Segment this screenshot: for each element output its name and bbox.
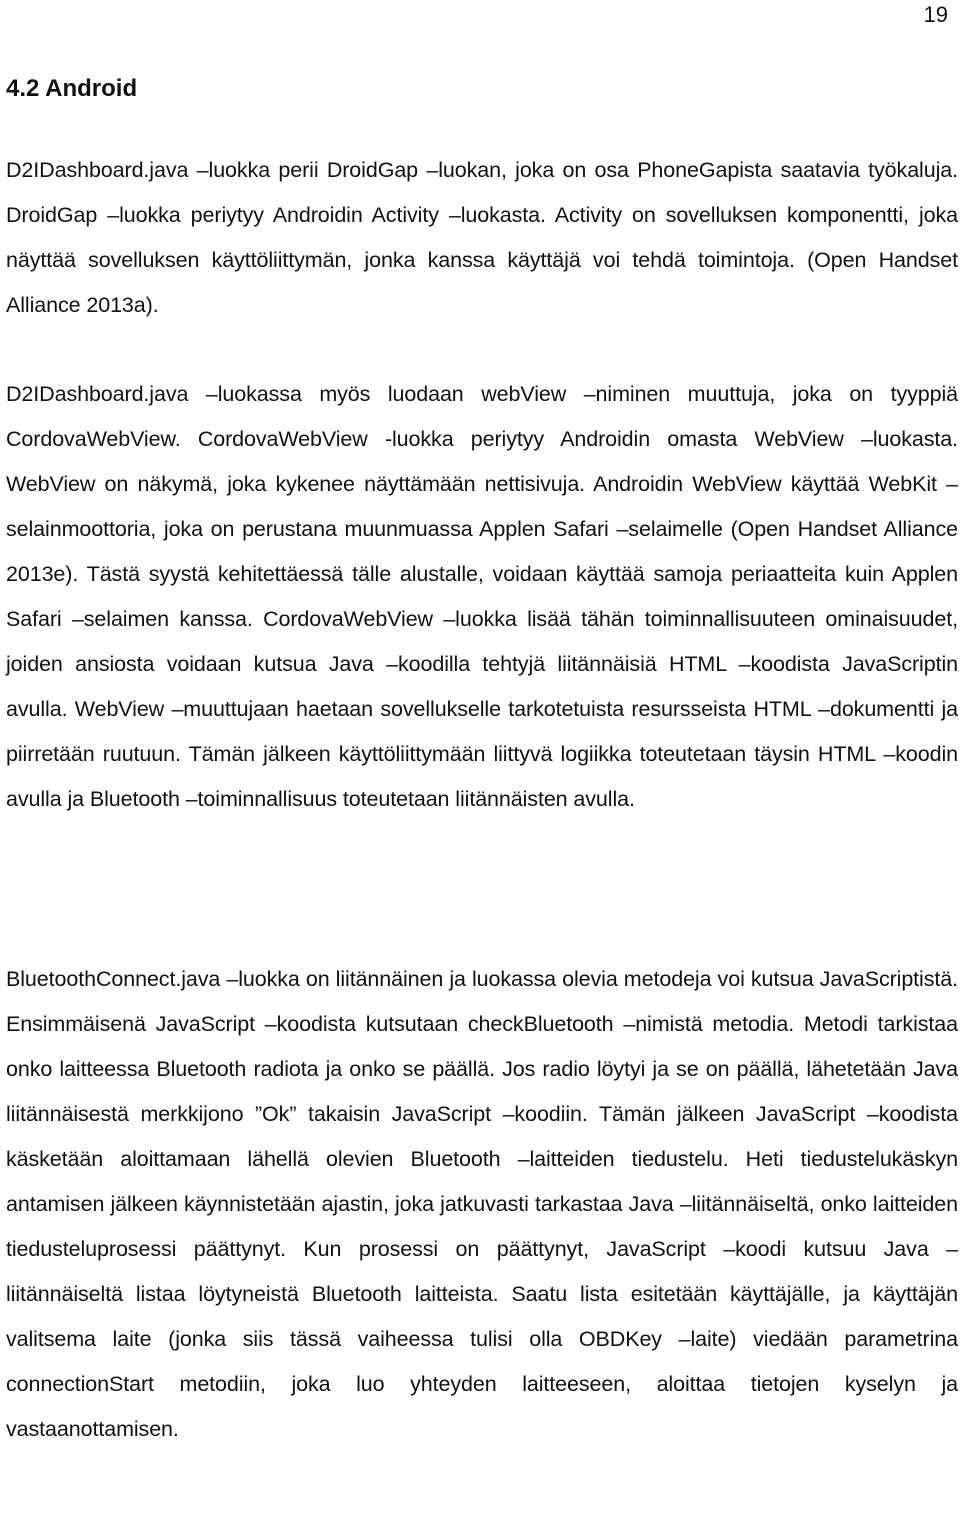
paragraph-bluetooth-connect: BluetoothConnect.java –luokka on liitänn… (6, 967, 958, 1441)
paragraph-webview: D2IDashboard.java –luokassa myös luodaan… (6, 382, 958, 811)
page-number: 19 (923, 2, 948, 27)
section-heading: 4.2 Android (6, 75, 138, 102)
paragraph-droidgap: D2IDashboard.java –luokka perii DroidGap… (6, 158, 958, 317)
